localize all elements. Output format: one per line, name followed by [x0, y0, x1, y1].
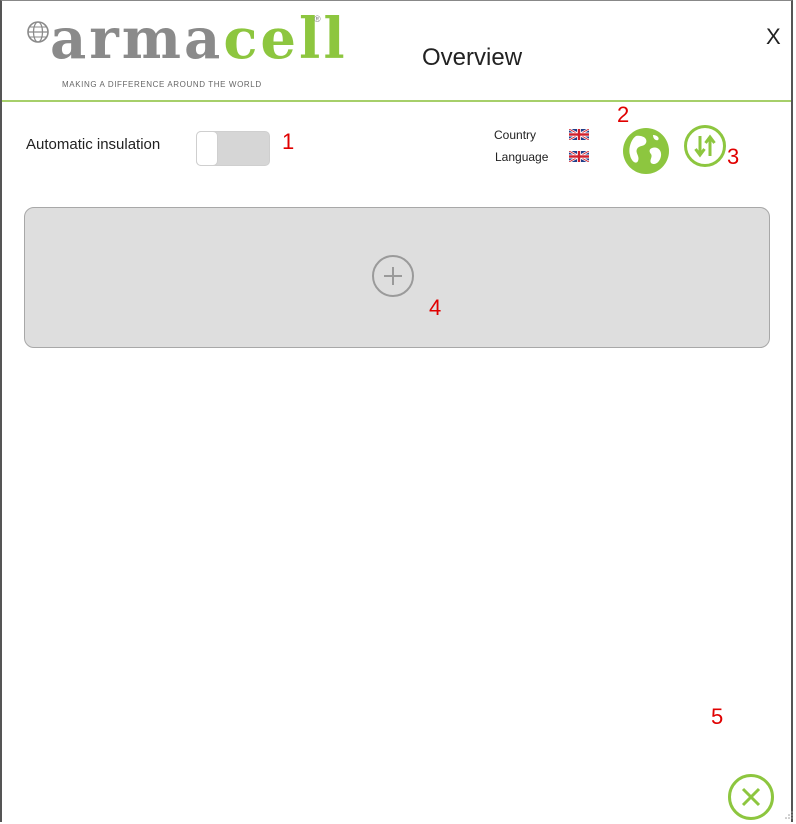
country-label: Country — [494, 128, 537, 142]
language-label: Language — [495, 150, 549, 164]
resize-grip-icon[interactable] — [784, 810, 794, 820]
page-title: Overview — [422, 44, 523, 71]
sort-icon[interactable] — [683, 124, 727, 168]
country-uk-flag-icon — [569, 129, 589, 140]
app-window — [0, 0, 793, 822]
automatic-insulation-label: Automatic insulation — [26, 136, 161, 153]
automatic-insulation-toggle[interactable] — [196, 131, 270, 166]
plus-circle-icon[interactable] — [371, 254, 415, 298]
close-circle-icon[interactable] — [727, 773, 775, 821]
annotation-3: 3 — [727, 144, 740, 169]
language-uk-flag-icon — [569, 151, 589, 162]
window-close-button[interactable]: X — [766, 24, 781, 50]
brand-name-part2: cell — [223, 6, 348, 72]
header: armacell ® MAKING A DIFFERENCE AROUND TH… — [2, 0, 791, 100]
registered-mark: ® — [314, 14, 321, 24]
toggle-knob — [196, 131, 218, 166]
brand-name-part1: arma — [50, 6, 224, 72]
annotation-2: 2 — [617, 102, 630, 127]
annotation-4: 4 — [429, 295, 442, 320]
header-divider — [2, 100, 791, 102]
add-item-panel[interactable] — [24, 207, 770, 348]
logo-globe-icon — [27, 21, 49, 43]
brand-logo: armacell — [50, 4, 348, 74]
brand-tagline: MAKING A DIFFERENCE AROUND THE WORLD — [62, 80, 262, 89]
annotation-1: 1 — [282, 129, 295, 154]
globe-icon[interactable] — [622, 127, 670, 175]
annotation-5: 5 — [711, 704, 724, 729]
